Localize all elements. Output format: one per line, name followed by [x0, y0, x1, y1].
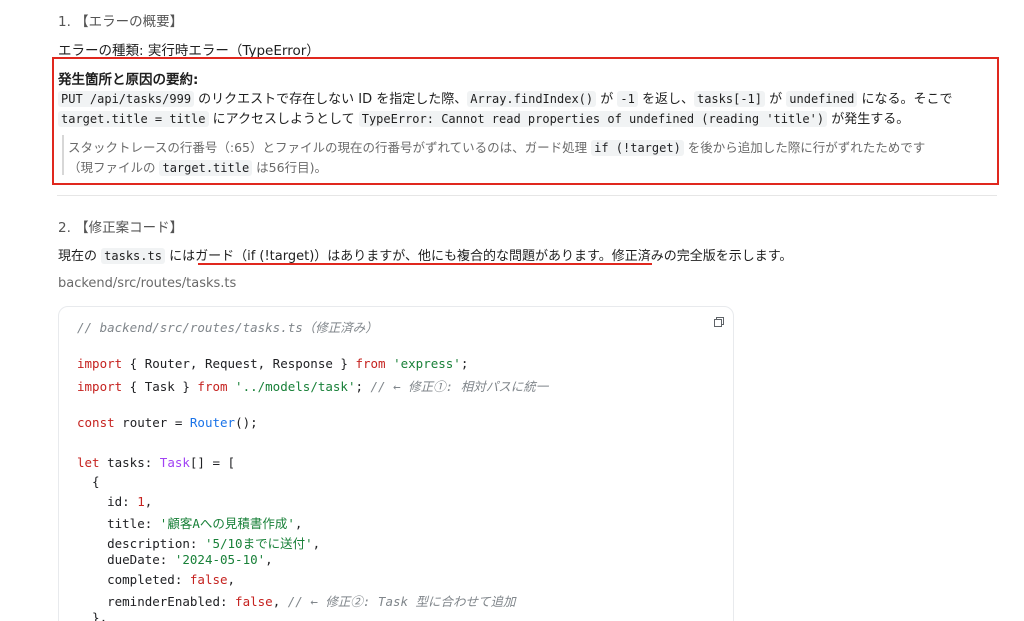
copy-icon[interactable]	[714, 317, 724, 327]
inline-code: -1	[617, 91, 638, 107]
code-line: },	[77, 610, 108, 621]
section-heading-fix-code: 2. 【修正案コード】	[58, 220, 184, 236]
underlined-text: ガード（if (!target)）はありますが、他にも複合的な問題があります。	[195, 249, 612, 264]
summary-line-2: target.title = title にアクセスしようとして TypeErr…	[58, 108, 909, 127]
code-line: reminderEnabled: false, // ← 修正②: Task 型…	[77, 594, 516, 609]
inline-code: PUT /api/tasks/999	[58, 91, 195, 107]
blockquote-bar	[62, 135, 64, 175]
code-line: title: '顧客Aへの見積書作成',	[77, 516, 303, 531]
inline-code: target.title	[159, 160, 253, 176]
code-line: completed: false,	[77, 572, 236, 587]
code-line: import { Task } from '../models/task'; /…	[77, 379, 549, 394]
note-line-1: スタックトレースの行番号（:65）とファイルの現在の行番号がずれているのは、ガー…	[68, 140, 926, 156]
code-line: // backend/src/routes/tasks.ts（修正済み）	[77, 320, 378, 335]
code-line: id: 1,	[77, 494, 153, 509]
section-heading-error-overview: 1. 【エラーの概要】	[58, 14, 184, 30]
file-path: backend/src/routes/tasks.ts	[58, 276, 237, 291]
summary-line-1: PUT /api/tasks/999 のリクエストで存在しない ID を指定した…	[58, 88, 952, 107]
inline-code: target.title = title	[58, 111, 209, 127]
code-line: import { Router, Request, Response } fro…	[77, 356, 469, 371]
inline-code: Array.findIndex()	[467, 91, 597, 107]
inline-code: if (!target)	[591, 140, 684, 156]
section-divider	[57, 195, 997, 196]
section2-intro: 現在の tasks.ts にはガード（if (!target)）はありますが、他…	[58, 248, 793, 264]
code-line: dueDate: '2024-05-10',	[77, 552, 273, 567]
inline-code: TypeError: Cannot read properties of und…	[358, 111, 828, 127]
error-type-label: エラーの種類: 実行時エラー（TypeError）	[58, 43, 320, 59]
inline-code: undefined	[786, 91, 858, 107]
red-underline	[198, 263, 652, 265]
inline-code: tasks.ts	[101, 248, 165, 264]
note-line-2: （現ファイルの target.title は56行目)。	[68, 160, 327, 176]
code-line: const router = Router();	[77, 415, 258, 430]
code-line: {	[77, 474, 100, 489]
code-line: let tasks: Task[] = [	[77, 455, 236, 470]
summary-title: 発生箇所と原因の要約:	[58, 72, 199, 88]
code-line: description: '5/10までに送付',	[77, 536, 321, 551]
inline-code: tasks[-1]	[693, 91, 766, 107]
